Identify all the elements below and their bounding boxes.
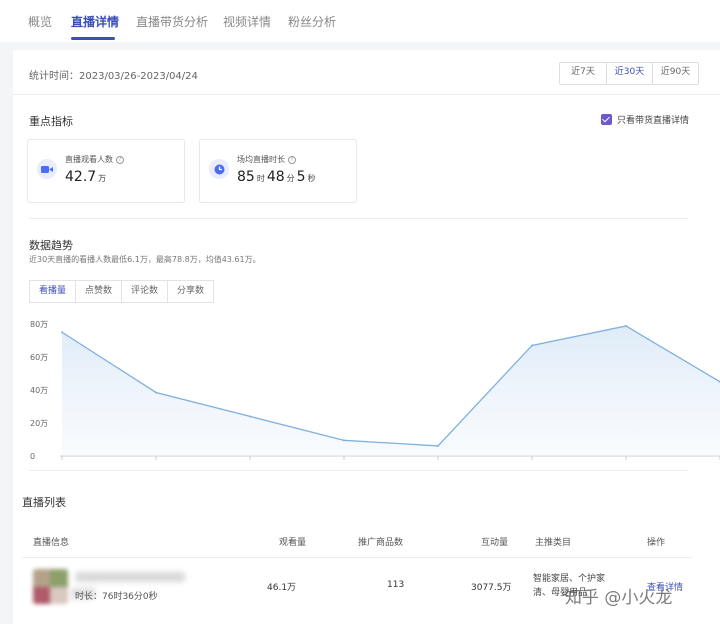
main-card: 统计时间：2023/03/26-2023/04/24 近7天 近30天 近90天…	[13, 50, 720, 624]
blurred-streamer-name	[75, 572, 185, 582]
info-icon[interactable]: ?	[288, 155, 296, 164]
statistics-period: 统计时间：2023/03/26-2023/04/24	[29, 71, 198, 82]
key-metrics-title: 重点指标	[29, 115, 73, 128]
metric-value: 42.7 万	[65, 169, 107, 185]
tab-live-details[interactable]: 直播详情	[71, 13, 119, 30]
data-point[interactable]	[155, 391, 157, 394]
row-views: 46.1万	[267, 583, 297, 593]
data-point[interactable]	[249, 415, 251, 418]
divider	[13, 94, 720, 95]
metric-label: 场均直播时长?	[237, 154, 296, 165]
data-point[interactable]	[531, 344, 533, 347]
tab-comments[interactable]: 评论数	[121, 281, 167, 302]
checkbox-label: 只看带货直播详情	[617, 116, 690, 126]
live-duration: 时长：76时36分0秒	[75, 592, 158, 602]
metric-value: 85 时 48 分 5 秒	[237, 169, 316, 185]
column-header-views: 观看量	[279, 538, 307, 548]
tab-shares[interactable]: 分享数	[167, 281, 213, 302]
metric-card-viewers: 直播观看人数? 42.7 万	[27, 139, 185, 203]
column-header-products: 推广商品数	[358, 538, 404, 548]
y-tick-label: 40万	[30, 386, 48, 395]
date-range-selector: 近7天 近30天 近90天	[559, 62, 699, 85]
live-list-title: 直播列表	[22, 496, 66, 509]
watermark: 知乎 @小火龙	[565, 588, 673, 608]
tab-views[interactable]: 看播量	[30, 281, 75, 302]
tab-video-details[interactable]: 视频详情	[223, 13, 271, 30]
y-tick-label: 0	[30, 452, 35, 461]
data-point[interactable]	[437, 444, 439, 447]
column-header-interactions: 互动量	[481, 538, 509, 548]
tab-overview[interactable]: 概览	[28, 13, 52, 30]
metric-label: 直播观看人数?	[65, 154, 124, 165]
clock-icon	[209, 159, 229, 179]
checkbox-checked-icon[interactable]	[601, 114, 612, 125]
divider	[29, 218, 688, 219]
tab-fans-analysis[interactable]: 粉丝分析	[288, 13, 336, 30]
data-point[interactable]	[625, 324, 627, 327]
row-products: 113	[387, 580, 405, 590]
table-header-divider	[22, 557, 692, 558]
column-header-live-info: 直播信息	[33, 538, 70, 548]
y-tick-label: 80万	[30, 320, 48, 329]
row-interactions: 3077.5万	[471, 583, 512, 593]
range-7-days-button[interactable]: 近7天	[560, 63, 606, 84]
active-tab-indicator	[71, 37, 115, 40]
tab-live-sales-analysis[interactable]: 直播带货分析	[136, 13, 208, 30]
data-point[interactable]	[343, 439, 345, 442]
trend-metric-tabs: 看播量 点赞数 评论数 分享数	[29, 280, 215, 303]
range-90-days-button[interactable]: 近90天	[652, 63, 698, 84]
trend-description: 近30天直播的看播人数最低6.1万，最高78.8万，均值43.61万。	[29, 255, 261, 264]
y-tick-label: 20万	[30, 419, 48, 428]
trend-area-chart: 0 20万 40万 60万 80万	[30, 320, 720, 461]
data-point[interactable]	[61, 331, 63, 334]
metric-card-avg-duration: 场均直播时长? 85 时 48 分 5 秒	[199, 139, 357, 203]
info-icon[interactable]: ?	[116, 155, 124, 164]
column-header-categories: 主推类目	[535, 538, 572, 548]
tab-likes[interactable]: 点赞数	[75, 281, 121, 302]
video-camera-icon	[37, 159, 57, 179]
divider	[29, 470, 688, 471]
series-area	[62, 325, 720, 456]
top-tabs: 概览 直播详情 直播带货分析 视频详情 粉丝分析	[0, 0, 720, 42]
trend-title: 数据趋势	[29, 239, 73, 252]
y-tick-label: 60万	[30, 353, 48, 362]
sales-live-only-toggle[interactable]: 只看带货直播详情	[601, 113, 689, 126]
column-header-actions: 操作	[647, 538, 666, 548]
avatar	[33, 569, 68, 604]
range-30-days-button[interactable]: 近30天	[606, 63, 652, 84]
